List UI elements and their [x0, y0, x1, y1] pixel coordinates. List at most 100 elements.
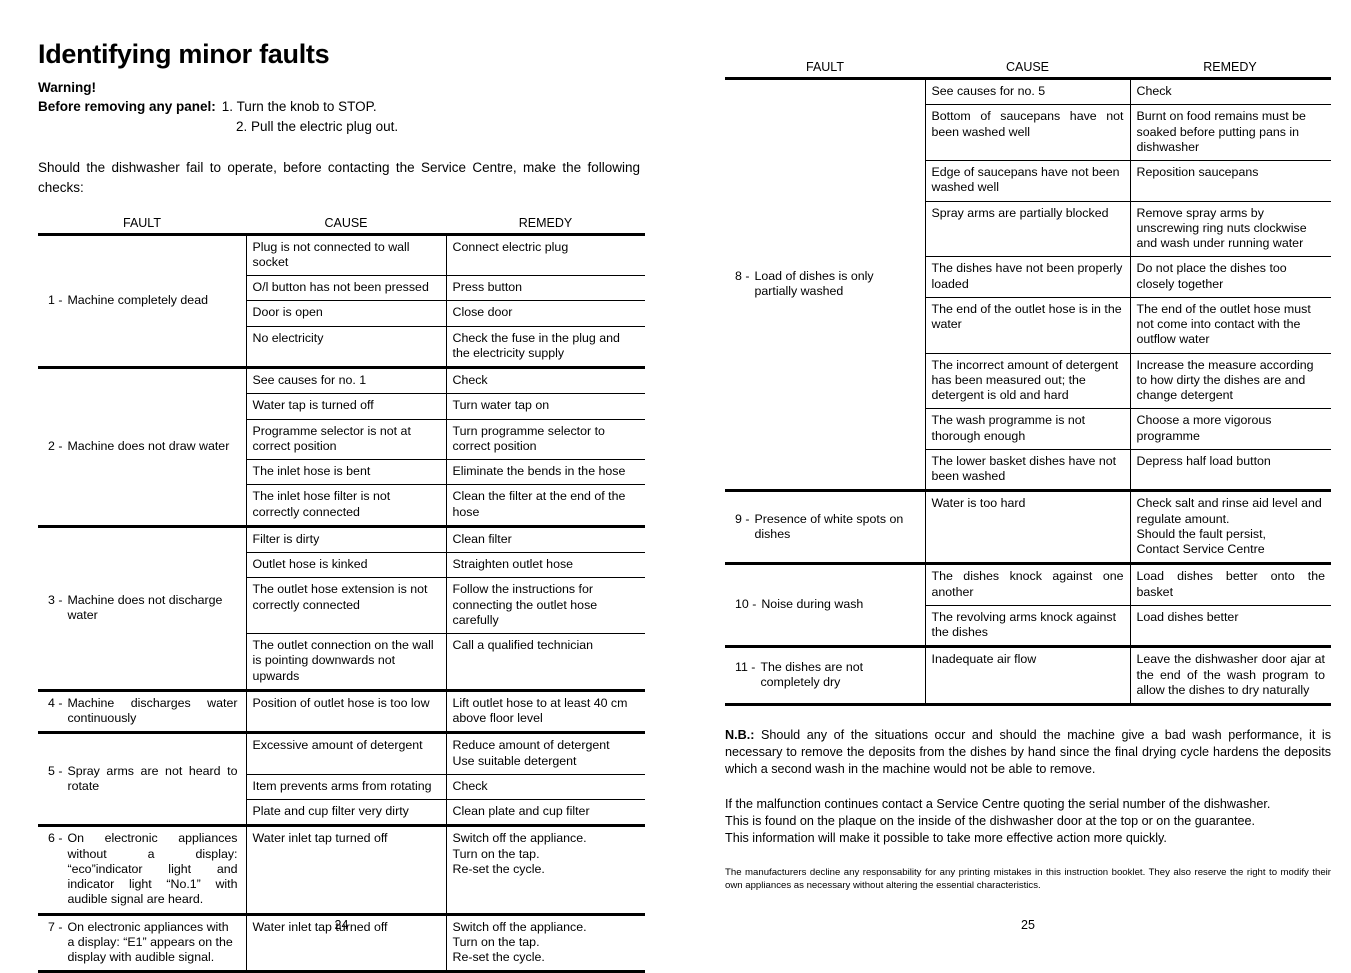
cause-cell: See causes for no. 5 [925, 79, 1130, 105]
table-row: 9 -Presence of white spots on dishesWate… [725, 491, 1331, 564]
cause-cell: Plug is not connected to wall socket [246, 234, 446, 276]
fault-cell: 11 -The dishes are not completely dry [725, 647, 925, 705]
fault-label: On electronic appliances without a displ… [67, 831, 237, 907]
remedy-cell: Lift outlet hose to at least 40 cm above… [446, 690, 645, 733]
table-row: 10 -Noise during washThe dishes knock ag… [725, 564, 1331, 606]
remedy-cell: Choose a more vigorous programme [1130, 409, 1331, 450]
table-row: 4 -Machine discharges water continuously… [38, 690, 645, 733]
fault-cell: 2 -Machine does not draw water [38, 368, 246, 527]
nb-text: Should any of the situations occur and s… [725, 728, 1331, 776]
fault-label: Presence of white spots on dishes [754, 512, 916, 543]
panel-instruction-label: Before removing any panel: [38, 97, 216, 117]
cause-cell: The inlet hose is bent [246, 460, 446, 485]
remedy-cell: Leave the dishwasher door ajar at the en… [1130, 647, 1331, 705]
column-heading-fault: FAULT [725, 60, 925, 74]
nb-paragraph: N.B.: Should any of the situations occur… [725, 727, 1331, 778]
remedy-cell: Check the fuse in the plug and the elect… [446, 326, 645, 368]
fault-number: 2 - [48, 439, 67, 454]
panel-instruction-line: Before removing any panel: 1. Turn the k… [38, 97, 646, 117]
remedy-cell: Connect electric plug [446, 234, 645, 276]
cause-cell: Door is open [246, 301, 446, 326]
remedy-cell: Follow the instructions for connecting t… [446, 578, 645, 634]
table-row: 6 -On electronic appliances without a di… [38, 826, 645, 914]
fault-number: 8 - [735, 269, 754, 300]
left-column-headings: FAULT CAUSE REMEDY [38, 216, 646, 230]
service-line-2: This is found on the plaque on the insid… [725, 813, 1331, 830]
right-faults-body: 8 -Load of dishes is only partially wash… [725, 79, 1331, 705]
cause-cell: Item prevents arms from rotating [246, 774, 446, 799]
panel-step-1: 1. Turn the knob to STOP. [222, 97, 377, 117]
table-row: 11 -The dishes are not completely dryIna… [725, 647, 1331, 705]
fault-label: Noise during wash [761, 597, 916, 612]
warning-heading: Warning! [38, 78, 646, 98]
panel-step-2: 2. Pull the electric plug out. [236, 117, 646, 137]
remedy-cell: Clean the filter at the end of the hose [446, 485, 645, 527]
nb-block: N.B.: Should any of the situations occur… [725, 727, 1331, 847]
fault-label: The dishes are not completely dry [760, 660, 916, 691]
fault-label: Load of dishes is only partially washed [754, 269, 916, 300]
disclaimer-text: The manufacturers decline any responsabi… [725, 866, 1331, 892]
fault-cell: 3 -Machine does not discharge water [38, 526, 246, 690]
fault-cell: 9 -Presence of white spots on dishes [725, 491, 925, 564]
cause-cell: Plate and cup filter very dirty [246, 800, 446, 826]
column-heading-cause: CAUSE [925, 60, 1130, 74]
remedy-cell: Check [446, 774, 645, 799]
fault-label: Machine does not discharge water [67, 593, 237, 624]
remedy-cell: Eliminate the bends in the hose [446, 460, 645, 485]
remedy-cell: Increase the measure according to how di… [1130, 353, 1331, 409]
left-page: Identifying minor faults Warning! Before… [38, 0, 646, 954]
fault-number: 9 - [735, 512, 754, 543]
fault-cell: 10 -Noise during wash [725, 564, 925, 647]
table-row: 8 -Load of dishes is only partially wash… [725, 79, 1331, 105]
fault-number: 10 - [735, 597, 761, 612]
cause-cell: Programme selector is not at correct pos… [246, 419, 446, 460]
remedy-cell: The end of the outlet hose must not come… [1130, 297, 1331, 353]
cause-cell: O/l button has not been pressed [246, 276, 446, 301]
column-heading-remedy: REMEDY [446, 216, 645, 230]
right-column-headings: FAULT CAUSE REMEDY [725, 18, 1331, 74]
column-heading-remedy: REMEDY [1130, 60, 1330, 74]
cause-cell: Water tap is turned off [246, 394, 446, 419]
cause-cell: Inadequate air flow [925, 647, 1130, 705]
cause-cell: The dishes have not been properly loaded [925, 257, 1130, 298]
remedy-cell: Turn water tap on [446, 394, 645, 419]
fault-number: 6 - [48, 831, 67, 907]
cause-cell: The end of the outlet hose is in the wat… [925, 297, 1130, 353]
remedy-cell: Switch off the appliance.Turn on the tap… [446, 826, 645, 914]
page-title: Identifying minor faults [38, 0, 646, 70]
remedy-cell: Do not place the dishes too closely toge… [1130, 257, 1331, 298]
right-faults-table: 8 -Load of dishes is only partially wash… [725, 77, 1331, 706]
remedy-cell: Burnt on food remains must be soaked bef… [1130, 105, 1331, 161]
fault-cell: 6 -On electronic appliances without a di… [38, 826, 246, 914]
remedy-cell: Straighten outlet hose [446, 553, 645, 578]
table-row: 2 -Machine does not draw waterSee causes… [38, 368, 645, 394]
fault-number: 4 - [48, 696, 67, 727]
cause-cell: Bottom of saucepans have not been washed… [925, 105, 1130, 161]
remedy-cell: Call a qualified technician [446, 634, 645, 691]
cause-cell: The dishes knock against one another [925, 564, 1130, 606]
remedy-cell: Press button [446, 276, 645, 301]
fault-cell: 5 -Spray arms are not heard to rotate [38, 733, 246, 826]
cause-cell: The lower basket dishes have not been wa… [925, 449, 1130, 491]
remedy-cell: Clean filter [446, 526, 645, 552]
cause-cell: The revolving arms knock against the dis… [925, 605, 1130, 647]
column-heading-fault: FAULT [38, 216, 246, 230]
fault-number: 1 - [48, 293, 67, 308]
left-faults-table: 1 -Machine completely dead Plug is not co… [38, 233, 645, 973]
fault-label: Machine does not draw water [67, 439, 237, 454]
remedy-cell: Check salt and rinse aid level and regul… [1130, 491, 1331, 564]
table-row: 3 -Machine does not discharge waterFilte… [38, 526, 645, 552]
cause-cell: The wash programme is not thorough enoug… [925, 409, 1130, 450]
fault-label: Machine discharges water continuously [67, 696, 237, 727]
left-page-number: 24 [38, 918, 645, 932]
fault-label: Machine completely dead [67, 293, 237, 308]
fault-cell: 8 -Load of dishes is only partially wash… [725, 79, 925, 491]
fault-cell: 4 -Machine discharges water continuously [38, 690, 246, 733]
cause-cell: Position of outlet hose is too low [246, 690, 446, 733]
left-faults-body: 1 -Machine completely dead Plug is not co… [38, 234, 645, 972]
cause-cell: Water is too hard [925, 491, 1130, 564]
remedy-cell: Reposition saucepans [1130, 161, 1331, 202]
remedy-cell: Clean plate and cup filter [446, 800, 645, 826]
cause-cell: The incorrect amount of detergent has be… [925, 353, 1130, 409]
remedy-cell: Check [1130, 79, 1331, 105]
